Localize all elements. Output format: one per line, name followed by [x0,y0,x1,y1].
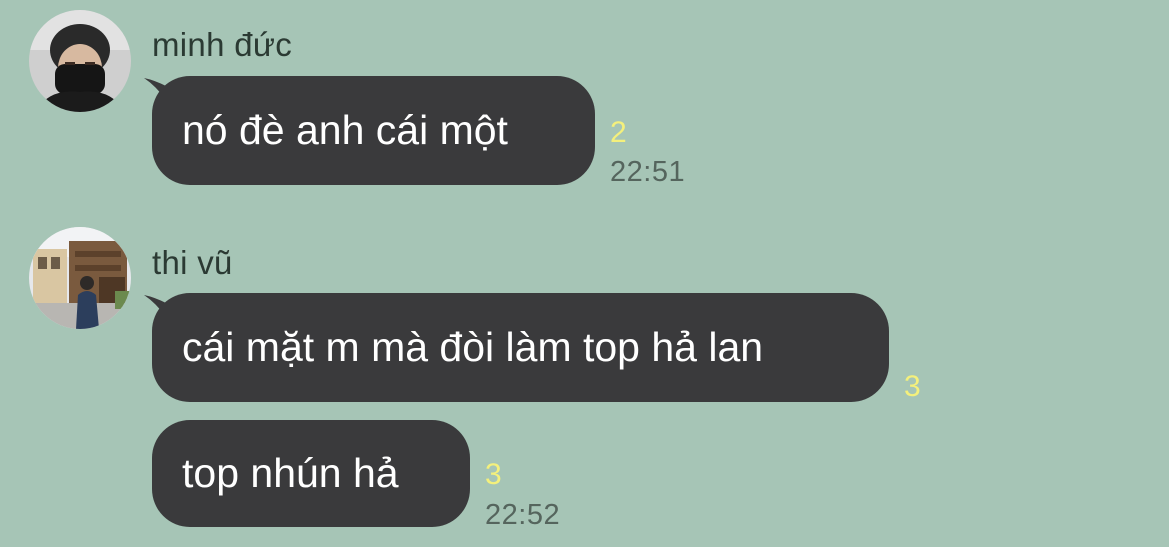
read-count: 2 [610,116,627,149]
avatar-person-street-icon [29,227,131,329]
read-count: 3 [485,458,502,491]
read-count: 3 [904,370,921,403]
message-bubble[interactable]: top nhún hả [152,420,470,527]
message-text: nó đè anh cái một [182,107,508,153]
sender-name: thi vũ [152,244,233,281]
message-bubble[interactable]: cái mặt m mà đòi làm top hả lan [152,293,889,402]
sender-name: minh đức [152,26,293,63]
avatar-thi-vu[interactable] [29,227,131,329]
message-text: cái mặt m mà đòi làm top hả lan [182,324,764,370]
avatar-minh-duc[interactable] [29,10,131,112]
avatar-person-masked-icon [29,10,131,112]
message-text: top nhún hả [182,450,399,496]
timestamp: 22:51 [610,156,686,188]
timestamp: 22:52 [485,499,561,531]
message-bubble[interactable]: nó đè anh cái một [152,76,595,185]
